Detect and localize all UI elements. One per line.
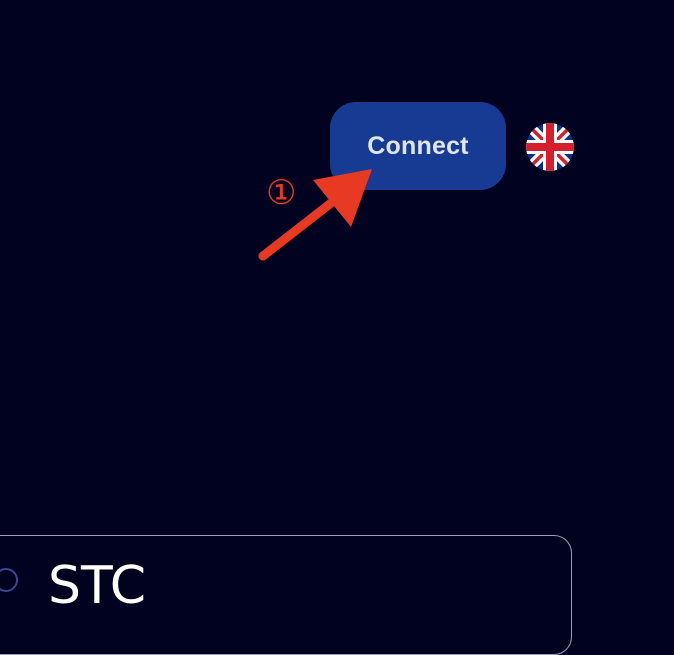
language-selector[interactable] bbox=[526, 123, 574, 171]
token-card-title: STC bbox=[48, 556, 147, 616]
annotation-arrow-icon bbox=[258, 169, 372, 261]
uk-flag-icon bbox=[526, 123, 574, 171]
connect-button[interactable]: Connect bbox=[330, 102, 506, 190]
annotation-step-number: ① bbox=[266, 173, 297, 213]
app-screen: { "header": { "connect_label": "Connect"… bbox=[0, 0, 674, 655]
